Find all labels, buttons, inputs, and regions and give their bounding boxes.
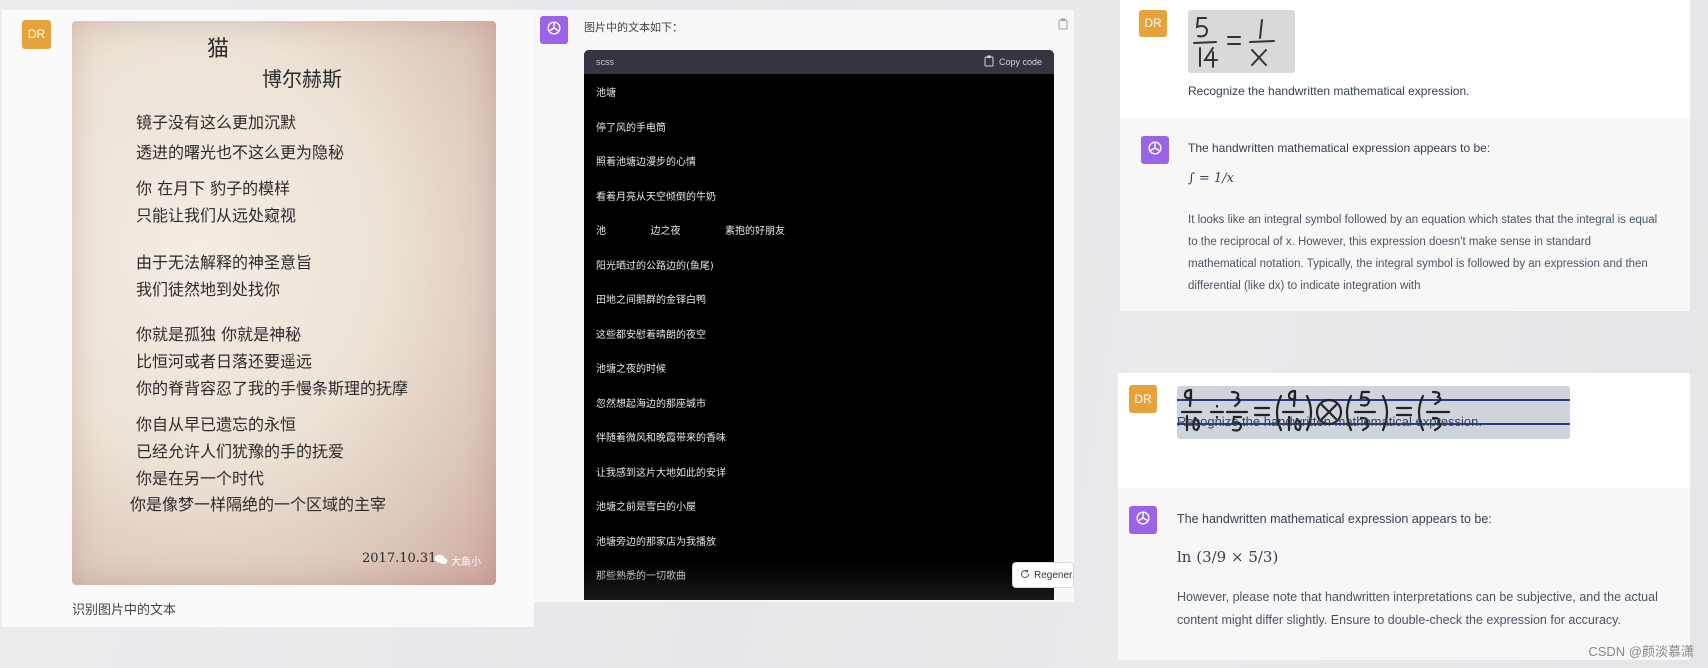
clipboard-icon xyxy=(984,55,994,69)
poem-line: 你自从早已遗忘的永恒 xyxy=(136,415,297,434)
formula-output: ln (3/9 × 5/3) xyxy=(1177,548,1279,566)
code-line: 看着月亮从天空倾倒的牛奶 xyxy=(596,191,716,203)
code-block: scss Copy code 池塘停了风的手电筒照着池塘边漫步的心情看着月亮从天… xyxy=(584,50,1054,600)
code-line: 池塘 xyxy=(596,88,616,99)
code-line: 让我感到这片大地如此的安详 xyxy=(596,467,726,479)
code-line: 田地之间鹅群的金铎白鸭 xyxy=(596,295,706,306)
openai-logo-icon xyxy=(545,19,563,42)
user-avatar: DR xyxy=(22,20,51,49)
chat-user-message-math-1: DR Recognize the handwritten mathematica… xyxy=(1120,0,1690,118)
code-block-header: scss Copy code xyxy=(584,50,1054,74)
user-message-text: Recognize the handwritten mathematical e… xyxy=(1188,84,1470,98)
text-line: content might differ slightly. Ensure to… xyxy=(1177,613,1621,627)
assistant-intro-text: 图片中的文本如下： xyxy=(584,22,683,34)
code-line: 阳光晒过的公路边的(鱼尾) xyxy=(596,260,714,272)
poem-line: 比恒河或者日落还要遥远 xyxy=(136,352,313,371)
copy-code-button[interactable]: Copy code xyxy=(984,55,1042,69)
assistant-explanation: It looks like an integral symbol followe… xyxy=(1188,209,1688,297)
regenerate-label: Regenera xyxy=(1034,569,1074,581)
assistant-avatar xyxy=(540,16,568,44)
wechat-icon xyxy=(434,554,448,568)
code-line: 停了风的手电筒 xyxy=(596,122,666,134)
text-line: mathematical notation. Typically, the in… xyxy=(1188,258,1648,270)
poem-date: 2017.10.31 xyxy=(362,551,437,566)
poem-line: 我们徒然地到处找你 xyxy=(136,280,281,299)
assistant-avatar xyxy=(1129,506,1157,534)
user-message-text: 识别图片中的文本 xyxy=(72,602,177,617)
text-line: It looks like an integral symbol followe… xyxy=(1188,214,1658,226)
handwritten-math-image[interactable] xyxy=(1177,386,1570,439)
poem-line: 镜子没有这么更加沉默 xyxy=(136,113,297,132)
text-line: However, please note that handwritten in… xyxy=(1177,590,1658,604)
chat-user-message-math-2: DR Recognize the handwritten mathematica… xyxy=(1118,373,1690,488)
code-line: 伴随着微风和晚霞带来的香味 xyxy=(596,433,726,444)
poem-line: 你 在月下 豹子的模样 xyxy=(136,179,291,198)
refresh-icon xyxy=(1020,569,1030,582)
assistant-note: However, please note that handwritten in… xyxy=(1177,586,1687,632)
assistant-intro-text: The handwritten mathematical expression … xyxy=(1188,141,1491,155)
poem-line: 你是像梦一样隔绝的一个区域的主宰 xyxy=(130,495,387,514)
code-line: 池塘之前是雪白的小屋 xyxy=(596,502,696,513)
code-line: 池 边之夜 素抱的好朋友 xyxy=(596,226,786,237)
handwritten-poem-photo[interactable]: 猫 博尔赫斯 镜子没有这么更加沉默透进的曙光也不这么更为隐秘你 在月下 豹子的模… xyxy=(72,21,496,585)
openai-logo-icon xyxy=(1146,139,1164,162)
site-watermark: CSDN @颜淡慕潇 xyxy=(1588,644,1694,659)
chat-panel-transcription: 图片中的文本如下： scss Copy code 池塘停了风的手电筒照着池塘边漫… xyxy=(534,10,1074,602)
poem-line: 透进的曙光也不这么更为隐秘 xyxy=(136,143,345,162)
chat-panel-poem: DR 猫 博尔赫斯 镜子没有这么更加沉默透进的曙光也不这么更为隐秘你 在月下 豹… xyxy=(2,10,534,627)
photo-watermark: 大鱼小 xyxy=(434,553,481,568)
regenerate-button[interactable]: Regenera xyxy=(1012,562,1074,588)
poem-line: 你的脊背容忍了我的手慢条斯理的抚摩 xyxy=(136,379,409,398)
handwritten-math-image[interactable] xyxy=(1188,10,1295,73)
code-content: 池塘停了风的手电筒照着池塘边漫步的心情看着月亮从天空倾倒的牛奶池 边之夜 素抱的… xyxy=(584,74,1054,600)
text-line: differential (like dx) to indicate integ… xyxy=(1188,280,1421,292)
poem-line: 只能让我们从远处窥视 xyxy=(136,206,297,225)
poem-line: 你是在另一个时代 xyxy=(136,469,265,488)
code-line: 池塘之夜的时候 xyxy=(596,364,666,375)
poem-line: 已经允许人们犹豫的手的抚爱 xyxy=(136,442,345,461)
code-language-label: scss xyxy=(596,57,614,67)
openai-logo-icon xyxy=(1134,509,1152,532)
chat-assistant-message-math-2: The handwritten mathematical expression … xyxy=(1118,488,1690,660)
code-line: 这些都安慰着晴朗的夜空 xyxy=(596,329,706,341)
user-avatar: DR xyxy=(1139,10,1167,37)
user-message-text: Recognize the handwritten mathematical e… xyxy=(1177,414,1482,429)
assistant-intro-text: The handwritten mathematical expression … xyxy=(1177,512,1492,526)
text-line: to the reciprocal of x. However, this ex… xyxy=(1188,236,1591,248)
poem-line: 你就是孤独 你就是神秘 xyxy=(136,325,302,344)
clipboard-icon[interactable] xyxy=(1058,18,1068,33)
code-fade-overlay xyxy=(584,560,1054,600)
chat-assistant-message-math-1: The handwritten mathematical expression … xyxy=(1120,118,1690,311)
user-avatar: DR xyxy=(1129,385,1157,413)
copy-code-label: Copy code xyxy=(998,57,1042,67)
code-line: 照着池塘边漫步的心情 xyxy=(596,157,696,168)
formula-output: ∫ = 1/x xyxy=(1188,171,1234,186)
watermark-text: 大鱼小 xyxy=(451,557,481,568)
poem-author: 博尔赫斯 xyxy=(262,67,342,91)
poem-title: 猫 xyxy=(207,37,230,62)
assistant-avatar xyxy=(1141,136,1169,164)
code-line: 忽然想起海边的那座城市 xyxy=(596,398,706,410)
poem-line: 由于无法解释的神圣意旨 xyxy=(136,253,313,272)
